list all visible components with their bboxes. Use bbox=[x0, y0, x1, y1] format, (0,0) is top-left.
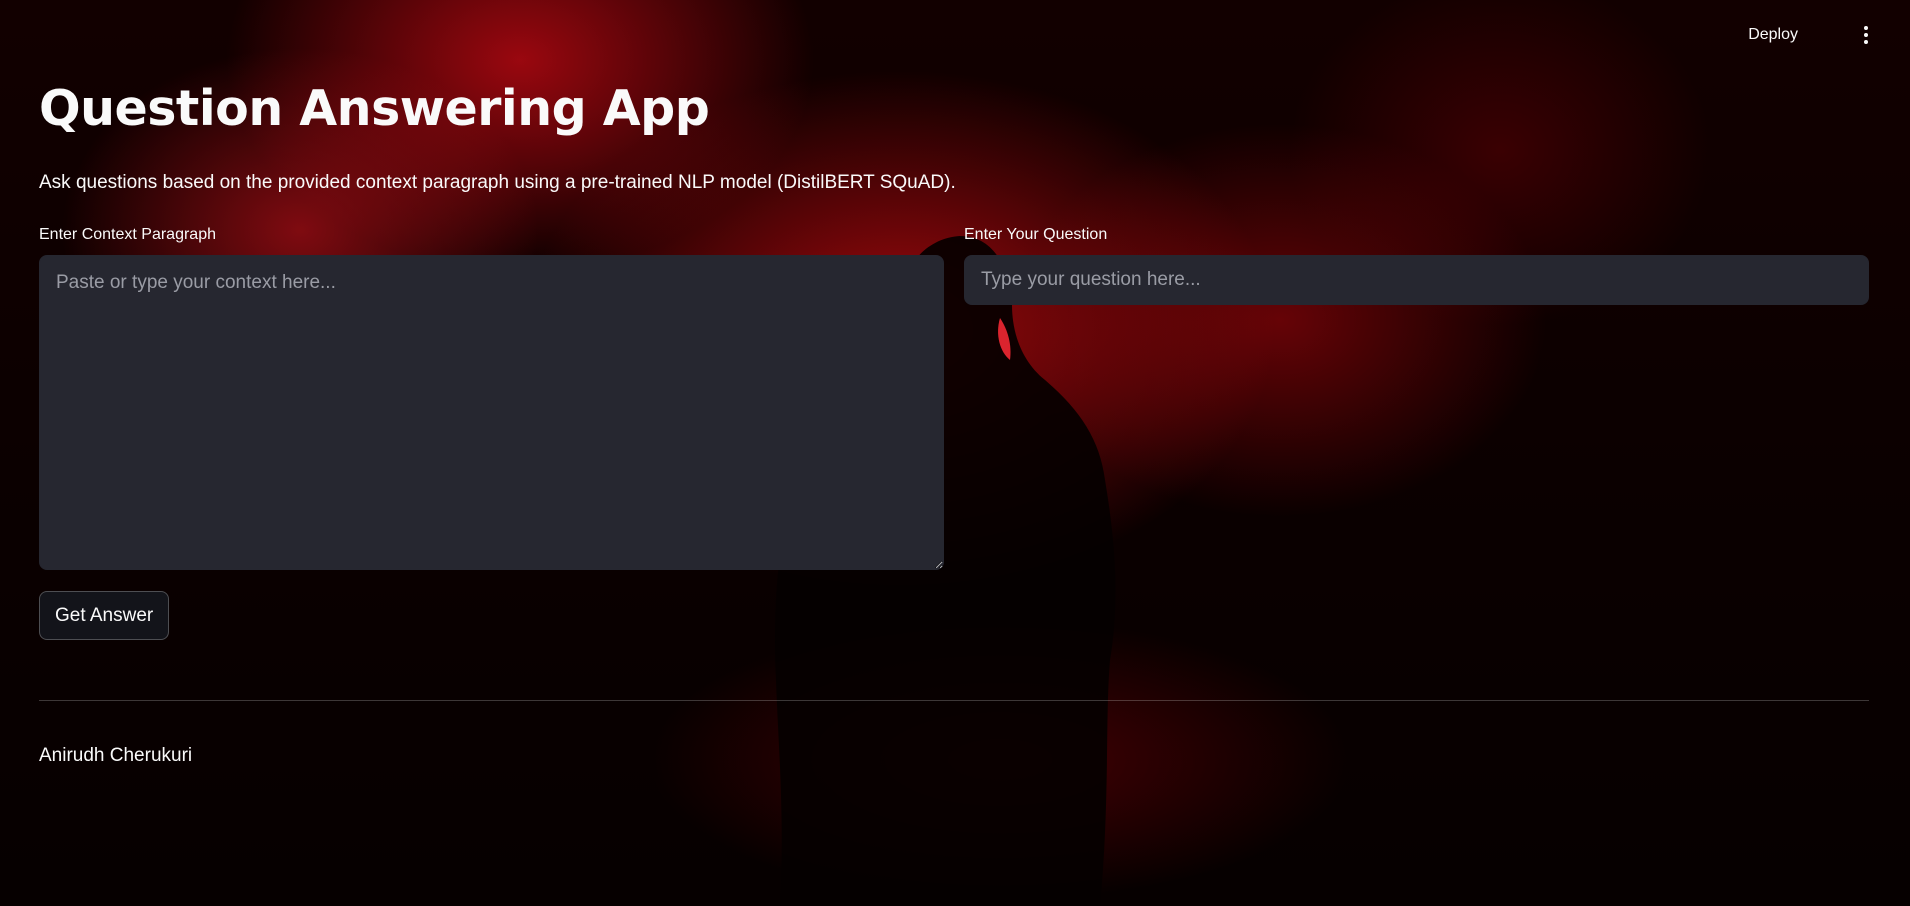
question-field-label: Enter Your Question bbox=[964, 226, 1108, 243]
main-menu-button[interactable] bbox=[1856, 22, 1876, 48]
horizontal-divider bbox=[39, 700, 1869, 701]
vertical-ellipsis-icon-dot-2 bbox=[1864, 33, 1868, 37]
vertical-ellipsis-icon bbox=[1864, 26, 1868, 30]
deploy-button[interactable]: Deploy bbox=[1744, 20, 1802, 50]
vertical-ellipsis-icon-dot-3 bbox=[1864, 40, 1868, 44]
context-textarea[interactable] bbox=[39, 255, 944, 570]
get-answer-button[interactable]: Get Answer bbox=[39, 591, 170, 640]
top-toolbar: Deploy bbox=[0, 0, 1910, 70]
question-input[interactable] bbox=[964, 255, 1869, 305]
page-description: Ask questions based on the provided cont… bbox=[39, 172, 956, 193]
author-name: Anirudh Cherukuri bbox=[39, 745, 193, 766]
page-title: Question Answering App bbox=[39, 80, 710, 137]
context-field-label: Enter Context Paragraph bbox=[39, 226, 216, 243]
app-background: Deploy Question Answering App Ask questi… bbox=[0, 0, 1910, 906]
